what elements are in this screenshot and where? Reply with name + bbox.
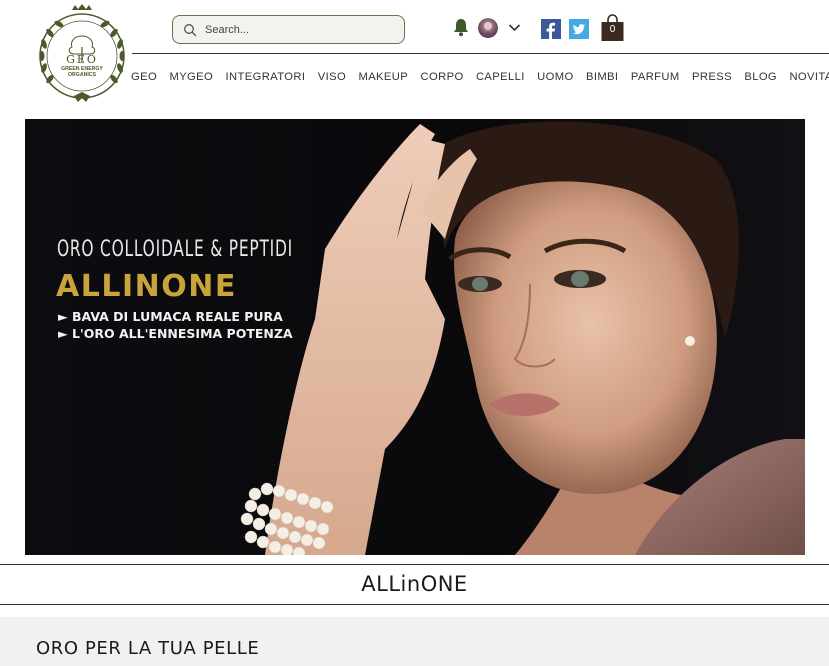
hero-bullet: ► L'ORO ALL'ENNESIMA POTENZA (58, 326, 293, 341)
nav-item-integratori[interactable]: INTEGRATORI (226, 71, 306, 85)
cart-count: 0 (609, 24, 616, 35)
facebook-icon[interactable] (541, 19, 561, 39)
search-icon (184, 23, 197, 36)
nav-item-makeup[interactable]: MAKEUP (358, 71, 408, 85)
nav-item-mygeo[interactable]: MYGEO (169, 71, 213, 85)
avatar-image (478, 18, 498, 38)
logo-monogram: GEO (66, 53, 98, 66)
twitter-icon[interactable] (569, 19, 589, 39)
chevron-down-icon[interactable] (508, 23, 521, 32)
product-title: ALLinONE (361, 572, 468, 596)
nav-item-novita[interactable]: NOVITA' (789, 71, 829, 85)
bell-icon[interactable] (453, 18, 469, 37)
nav-item-bimbi[interactable]: BIMBI (586, 71, 618, 85)
hero-title: ALLINONE (56, 269, 237, 304)
search-bar[interactable] (172, 15, 405, 44)
brand-logo[interactable]: GEO GREEN ENERGY ORGANICS (34, 4, 130, 106)
main-nav: GEO MYGEO INTEGRATORI VISO MAKEUP CORPO … (131, 71, 829, 85)
nav-item-press[interactable]: PRESS (692, 71, 732, 85)
search-input[interactable] (205, 23, 395, 36)
section-heading: ORO PER LA TUA PELLE (36, 638, 260, 659)
band-divider-bottom (0, 604, 829, 605)
nav-item-viso[interactable]: VISO (318, 71, 346, 85)
nav-item-uomo[interactable]: UOMO (537, 71, 573, 85)
page: GEO GREEN ENERGY ORGANICS Search... 0 GE… (0, 0, 829, 666)
hero-banner[interactable]: ORO COLLOIDALE & PEPTIDI ALLINONE ► BAVA… (25, 119, 805, 555)
hero-kicker: ORO COLLOIDALE & PEPTIDI (57, 237, 293, 262)
content-section: ORO PER LA TUA PELLE (0, 617, 829, 666)
nav-item-geo[interactable]: GEO (131, 71, 157, 85)
avatar[interactable] (478, 18, 498, 38)
nav-item-corpo[interactable]: CORPO (421, 71, 464, 85)
nav-item-blog[interactable]: BLOG (744, 71, 777, 85)
nav-item-parfum[interactable]: PARFUM (631, 71, 680, 85)
hero-bullet: ► BAVA DI LUMACA REALE PURA (58, 309, 283, 324)
nav-item-capelli[interactable]: CAPELLI (476, 71, 525, 85)
cart-button[interactable]: 0 (600, 14, 625, 42)
nav-divider (132, 53, 829, 54)
logo-wordmark: GREEN ENERGY ORGANICS (61, 66, 103, 78)
band-divider-top (0, 564, 829, 565)
